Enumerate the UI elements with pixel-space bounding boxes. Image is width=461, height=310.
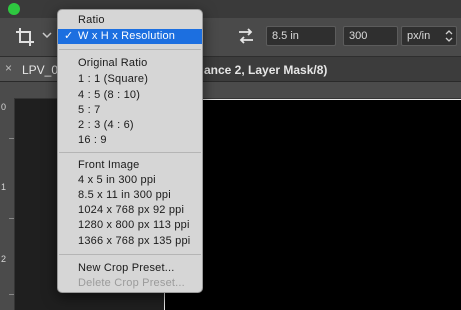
menu-item-label: 4 : 5 (8 : 10) (78, 89, 141, 101)
menu-item-8-5x11-300[interactable]: 8.5 x 11 in 300 ppi (58, 188, 202, 203)
crop-icon[interactable] (14, 26, 36, 48)
menu-item-2-3[interactable]: 2 : 3 (4 : 6) (58, 118, 202, 133)
menu-item-4-5[interactable]: 4 : 5 (8 : 10) (58, 88, 202, 103)
menu-item-label: W x H x Resolution (78, 30, 176, 42)
document-canvas[interactable] (164, 99, 461, 310)
ruler-label: 1 (1, 182, 7, 192)
height-input[interactable]: 8.5 in (266, 26, 336, 46)
menu-item-label: 5 : 7 (78, 104, 101, 116)
resolution-unit-select[interactable]: px/in (401, 26, 457, 46)
resolution-input[interactable]: 300 (343, 26, 398, 46)
ruler-tick (9, 218, 14, 219)
menu-item-label: Delete Crop Preset... (78, 277, 185, 289)
menu-item-1-1[interactable]: 1 : 1 (Square) (58, 72, 202, 87)
menu-item-ratio[interactable]: Ratio (58, 13, 202, 28)
menu-item-label: 1366 x 768 px 135 ppi (78, 235, 191, 247)
menu-separator (59, 254, 201, 255)
menu-item-label: Ratio (78, 14, 105, 26)
menu-item-4x5-300[interactable]: 4 x 5 in 300 ppi (58, 173, 202, 188)
ruler-label: 0 (1, 102, 7, 112)
ruler-corner (0, 82, 14, 98)
close-icon[interactable]: × (5, 62, 12, 74)
menu-item-label: 4 x 5 in 300 ppi (78, 174, 156, 186)
menu-item-front-image[interactable]: Front Image (58, 158, 202, 173)
menu-item-new-crop-preset[interactable]: New Crop Preset... (58, 261, 202, 276)
menu-item-wxhxresolution[interactable]: ✓ W x H x Resolution (58, 29, 202, 44)
menu-item-label: 1 : 1 (Square) (78, 73, 149, 85)
vertical-ruler[interactable]: 0 1 2 (0, 98, 15, 310)
crop-preset-menu: Ratio ✓ W x H x Resolution Original Rati… (57, 9, 203, 293)
ruler-label: 2 (1, 254, 7, 264)
menu-item-label: 2 : 3 (4 : 6) (78, 119, 134, 131)
chevron-down-icon[interactable] (42, 30, 52, 40)
menu-item-label: Original Ratio (78, 57, 148, 69)
menu-item-1024x768[interactable]: 1024 x 768 px 92 ppi (58, 203, 202, 218)
menu-item-label: Front Image (78, 159, 140, 171)
menu-item-1366x768[interactable]: 1366 x 768 px 135 ppi (58, 234, 202, 249)
window-zoom-button[interactable] (8, 3, 20, 15)
menu-item-label: New Crop Preset... (78, 262, 175, 274)
menu-item-5-7[interactable]: 5 : 7 (58, 103, 202, 118)
menu-item-label: 16 : 9 (78, 134, 107, 146)
menu-item-label: 1024 x 768 px 92 ppi (78, 204, 185, 216)
crop-border-top[interactable] (164, 99, 461, 100)
menu-item-label: 8.5 x 11 in 300 ppi (78, 189, 171, 201)
menu-item-original-ratio[interactable]: Original Ratio (58, 56, 202, 71)
menu-item-1280x800[interactable]: 1280 x 800 px 113 ppi (58, 218, 202, 233)
tab-title-end: ance 2, Layer Mask/8) (204, 63, 328, 77)
swap-arrows-icon[interactable] (236, 27, 256, 45)
tab-title-start: LPV_0 (22, 63, 59, 77)
menu-item-16-9[interactable]: 16 : 9 (58, 133, 202, 148)
ruler-tick (9, 294, 14, 295)
menu-item-delete-crop-preset: Delete Crop Preset... (58, 276, 202, 291)
menu-separator (59, 152, 201, 153)
unit-label: px/in (407, 30, 431, 42)
menu-item-label: 1280 x 800 px 113 ppi (78, 219, 190, 231)
menu-separator (59, 49, 201, 50)
select-arrows-icon (445, 30, 453, 42)
ruler-tick (9, 138, 14, 139)
checkmark-icon: ✓ (64, 30, 74, 42)
